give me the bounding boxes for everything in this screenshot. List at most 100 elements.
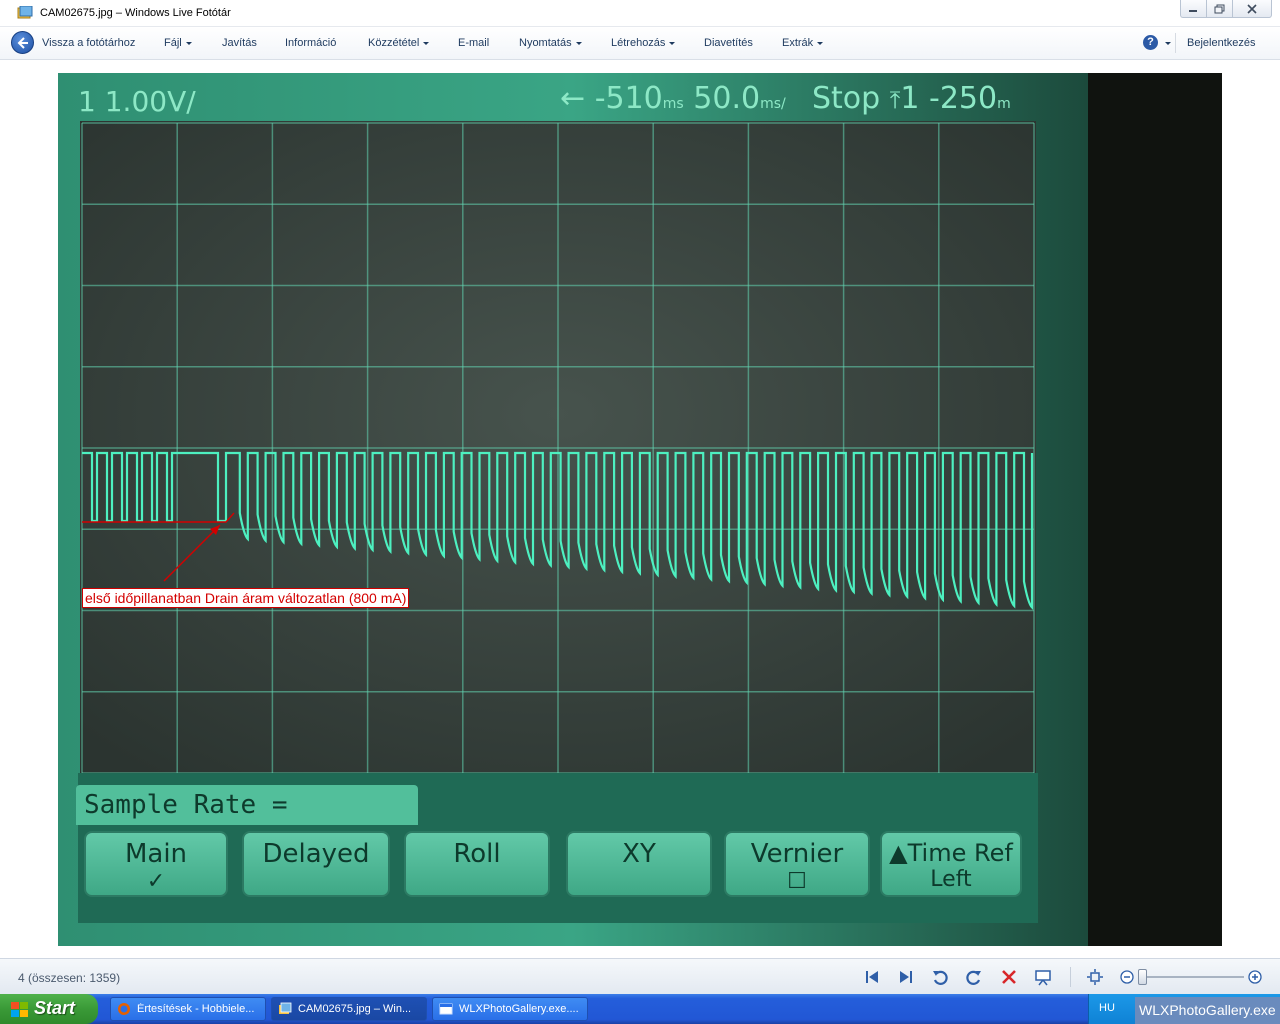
menu-publish[interactable]: Közzététel xyxy=(368,37,430,49)
back-arrow-icon xyxy=(17,37,28,49)
softkey-delayed: Delayed xyxy=(242,831,390,897)
delay-arrow: ← xyxy=(560,81,586,116)
menu-label: Információ xyxy=(285,37,337,49)
photo-gallery-icon xyxy=(279,1002,292,1014)
menu-slideshow[interactable]: Diavetítés xyxy=(704,37,753,49)
menu-info[interactable]: Információ xyxy=(285,37,336,49)
start-label: Start xyxy=(34,998,76,1018)
trigger-unit: m xyxy=(997,96,1011,112)
menu-create[interactable]: Létrehozás xyxy=(611,37,676,49)
help-icon[interactable]: ? xyxy=(1143,35,1158,50)
photo-gallery-icon xyxy=(17,6,33,19)
command-bar: Vissza a fotótárhoz Fájl Javítás Informá… xyxy=(0,27,1280,60)
task-label: CAM02675.jpg – Win... xyxy=(298,1003,412,1015)
annotation-label: első időpillanatban Drain áram változatl… xyxy=(82,588,410,608)
restore-button[interactable] xyxy=(1206,0,1232,18)
restore-icon xyxy=(1214,4,1225,14)
timebase-unit: m xyxy=(760,96,774,112)
softkey-label: XY xyxy=(622,839,656,869)
trigger-channel: 1 xyxy=(900,81,920,116)
delay-value: -510 xyxy=(594,81,663,116)
taskbar-item-wlx[interactable]: WLXPhotoGallery.exe.... xyxy=(432,997,588,1021)
menu-label: E-mail xyxy=(458,37,490,49)
softkey-label: Main xyxy=(124,839,188,869)
chevron-down-icon xyxy=(185,41,192,45)
previous-icon[interactable] xyxy=(863,968,881,986)
softkey-vernier: Vernier ☐ xyxy=(724,831,870,897)
photo-viewer: 1 1.00V/ ← -510ms 50.0ms/ Stop ⤒1 -250m … xyxy=(0,61,1280,958)
rotate-left-icon[interactable] xyxy=(931,968,949,986)
scope-trigger-readout: Stop ⤒1 -250m xyxy=(812,81,1011,116)
signin-link[interactable]: Bejelentkezés xyxy=(1187,37,1256,49)
start-button[interactable]: Start xyxy=(0,994,98,1024)
taskbar-item-firefox[interactable]: Értesítések - Hobbiele... xyxy=(110,997,266,1021)
menu-label: Létrehozás xyxy=(611,37,666,49)
title-bar: CAM02675.jpg – Windows Live Fotótár xyxy=(0,0,1280,27)
back-to-gallery-link[interactable]: Vissza a fotótárhoz xyxy=(42,37,135,49)
menu-email[interactable]: E-mail xyxy=(458,37,489,49)
photo-counter: 4 (összesen: 1359) xyxy=(18,971,121,985)
timebase-value: 50.0 xyxy=(693,81,761,116)
photo[interactable]: 1 1.00V/ ← -510ms 50.0ms/ Stop ⤒1 -250m … xyxy=(58,73,1222,946)
back-button[interactable] xyxy=(11,31,34,54)
taskbar-item-photo-gallery[interactable]: CAM02675.jpg – Win... xyxy=(271,997,427,1021)
divider xyxy=(1175,33,1176,53)
softkey-roll: Roll xyxy=(404,831,550,897)
trigger-level: -250 xyxy=(929,81,998,116)
channel-number: 1 xyxy=(78,85,96,118)
menu-label: Javítás xyxy=(222,37,257,49)
softkey-label: Roll xyxy=(453,839,501,869)
chevron-down-icon[interactable] xyxy=(1165,42,1171,45)
softkey-sublabel: ☐ xyxy=(787,869,807,894)
next-icon[interactable] xyxy=(897,968,915,986)
run-state: Stop xyxy=(812,81,881,116)
softkey-sublabel: ✓ xyxy=(146,869,166,894)
delete-icon[interactable] xyxy=(1000,968,1018,986)
menu-fix[interactable]: Javítás xyxy=(222,37,257,49)
zoom-out-icon[interactable] xyxy=(1118,968,1136,986)
minimize-button[interactable] xyxy=(1180,0,1206,18)
close-button[interactable] xyxy=(1232,0,1272,18)
zoom-slider-track[interactable] xyxy=(1142,976,1244,978)
task-label: Értesítések - Hobbiele... xyxy=(137,1003,255,1015)
slideshow-icon[interactable] xyxy=(1034,968,1052,986)
softkey-xy: XY xyxy=(566,831,712,897)
menu-label: Nyomtatás xyxy=(519,37,572,49)
taskbar-popup[interactable]: WLXPhotoGallery.exe - xyxy=(1135,997,1280,1024)
softkey-main: Main ✓ xyxy=(84,831,228,897)
window-title: CAM02675.jpg – Windows Live Fotótár xyxy=(40,7,231,19)
system-tray: HU WLXPhotoGallery.exe - xyxy=(1088,994,1280,1024)
scope-channel-scale: 1 1.00V/ xyxy=(78,85,196,118)
language-indicator[interactable]: HU xyxy=(1099,1002,1115,1014)
menu-extras[interactable]: Extrák xyxy=(782,37,824,49)
window-icon xyxy=(439,1003,453,1015)
menu-label: Fájl xyxy=(164,37,182,49)
softkey-time-ref: ▲Time Ref Left xyxy=(880,831,1022,897)
menu-label: Közzététel xyxy=(368,37,420,49)
delay-unit-2: s xyxy=(676,96,684,112)
fit-to-window-icon[interactable] xyxy=(1086,968,1104,986)
softkey-label: Delayed xyxy=(262,839,370,869)
chevron-down-icon xyxy=(817,41,824,45)
close-icon xyxy=(1247,4,1257,14)
zoom-slider-thumb[interactable] xyxy=(1138,969,1147,985)
zoom-in-icon[interactable] xyxy=(1246,968,1264,986)
task-label: WLXPhotoGallery.exe.... xyxy=(459,1003,579,1015)
volts-per-div: 1.00V/ xyxy=(104,85,196,118)
status-bar: 4 (összesen: 1359) xyxy=(0,958,1280,994)
chevron-down-icon xyxy=(575,41,582,45)
windows-logo-icon xyxy=(11,1002,28,1017)
menu-file[interactable]: Fájl xyxy=(164,37,192,49)
trigger-edge-icon: ⤒ xyxy=(889,86,901,114)
softkey-sublabel: Left xyxy=(930,867,972,892)
menu-label: Extrák xyxy=(782,37,814,49)
divider xyxy=(1070,967,1071,987)
timebase-unit-2: s/ xyxy=(773,96,786,112)
softkey-label: Vernier xyxy=(750,839,844,869)
delay-unit: m xyxy=(662,96,677,112)
firefox-icon xyxy=(118,1003,130,1015)
menu-print[interactable]: Nyomtatás xyxy=(519,37,582,49)
minimize-icon xyxy=(1189,10,1197,12)
softkey-label: ▲Time Ref xyxy=(889,839,1013,867)
rotate-right-icon[interactable] xyxy=(965,968,983,986)
